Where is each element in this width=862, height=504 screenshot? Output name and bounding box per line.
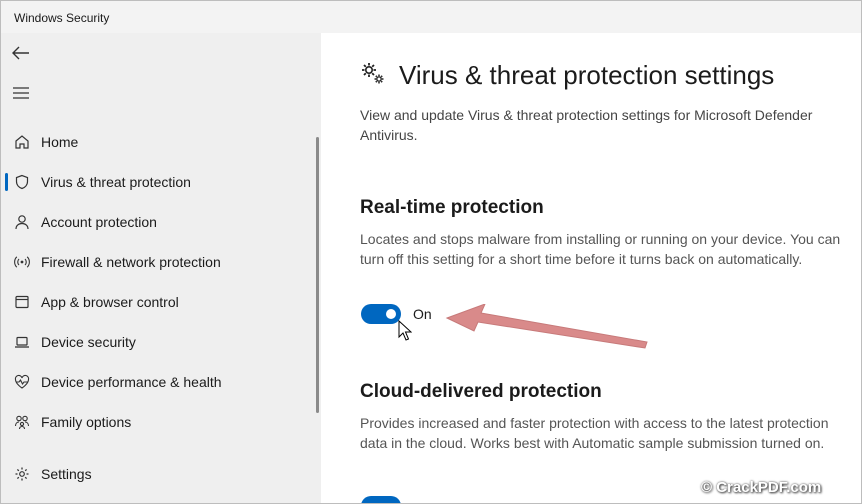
section-description-real-time-protection: Locates and stops malware from installin…: [360, 231, 841, 267]
toggle-knob: [386, 309, 396, 319]
windows-security-window: Windows Security Home Virus & threat pro…: [0, 0, 862, 504]
sidebar-item-label: Device performance & health: [41, 374, 222, 390]
sidebar-item-settings[interactable]: Settings: [5, 456, 311, 492]
real-time-protection-toggle[interactable]: [361, 304, 401, 324]
mouse-cursor-icon: [398, 320, 412, 341]
heartbeat-icon: [13, 373, 31, 391]
sidebar-item-device-security[interactable]: Device security: [5, 324, 311, 360]
watermark: © CrackPDF.com: [701, 479, 822, 496]
sidebar-item-label: App & browser control: [41, 294, 179, 310]
sidebar-item-label: Settings: [41, 466, 92, 482]
sidebar-item-device-performance-health[interactable]: Device performance & health: [5, 364, 311, 400]
sidebar-item-virus-threat-protection[interactable]: Virus & threat protection: [5, 164, 311, 200]
back-arrow-icon: [12, 46, 29, 60]
sidebar-item-app-browser-control[interactable]: App & browser control: [5, 284, 311, 320]
sidebar-item-label: Home: [41, 134, 79, 150]
home-icon: [13, 133, 31, 151]
sidebar-item-firewall-network-protection[interactable]: Firewall & network protection: [5, 244, 311, 280]
app-window-icon: [13, 293, 31, 311]
sidebar-item-home[interactable]: Home: [5, 124, 311, 160]
sidebar: Home Virus & threat protection Account p…: [1, 33, 321, 503]
laptop-icon: [13, 333, 31, 351]
sidebar-item-label: Firewall & network protection: [41, 254, 221, 270]
sidebar-item-account-protection[interactable]: Account protection: [5, 204, 311, 240]
section-description-cloud-delivered-protection: Provides increased and faster protection…: [360, 415, 829, 451]
sidebar-item-family-options[interactable]: Family options: [5, 404, 311, 440]
page-title: Virus & threat protection settings: [399, 60, 775, 90]
window-title: Windows Security: [14, 11, 110, 25]
person-icon: [13, 213, 31, 231]
section-title-real-time-protection: Real-time protection: [360, 197, 544, 218]
wireless-icon: [13, 253, 31, 271]
title-bar: Windows Security: [1, 1, 861, 33]
family-icon: [13, 413, 31, 431]
back-button[interactable]: [9, 41, 33, 65]
sidebar-scrollbar[interactable]: [316, 137, 319, 413]
hamburger-icon: [13, 87, 29, 99]
sidebar-item-label: Account protection: [41, 214, 157, 230]
sidebar-item-label: Virus & threat protection: [41, 174, 191, 190]
cloud-protection-toggle[interactable]: [361, 496, 401, 503]
page-description: View and update Virus & threat protectio…: [360, 107, 813, 143]
shield-icon: [13, 173, 31, 191]
settings-gears-icon: [359, 59, 387, 92]
sidebar-item-label: Device security: [41, 334, 136, 350]
section-title-cloud-delivered-protection: Cloud-delivered protection: [360, 381, 602, 402]
main-content: Virus & threat protection settings View …: [321, 33, 861, 503]
menu-button[interactable]: [9, 81, 33, 105]
toggle-state-label: On: [413, 306, 432, 322]
annotation-arrow: [445, 304, 648, 349]
sidebar-item-label: Family options: [41, 414, 132, 430]
gear-icon: [13, 465, 31, 483]
active-indicator: [5, 173, 8, 191]
